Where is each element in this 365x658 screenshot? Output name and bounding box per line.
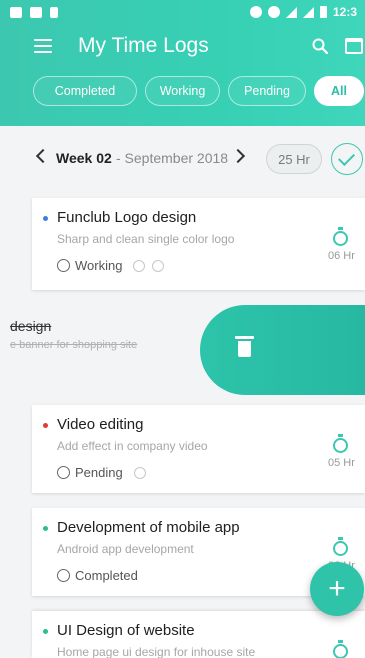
priority-dot: [43, 216, 48, 221]
signal-icon: [302, 6, 314, 18]
check-icon[interactable]: [331, 143, 363, 175]
task-status-label: Completed: [75, 568, 138, 583]
timer-icon[interactable]: [333, 434, 348, 453]
app-bar: My Time Logs: [0, 28, 365, 64]
check-circle-icon[interactable]: [152, 259, 165, 272]
task-status: Pending: [57, 465, 146, 480]
info-icon[interactable]: [133, 259, 146, 272]
timer-icon[interactable]: [333, 640, 348, 658]
data-saver-icon: [249, 6, 262, 18]
usb-icon: [50, 6, 58, 18]
filter-working[interactable]: Working: [145, 76, 220, 106]
week-month: - September 2018: [116, 150, 229, 166]
filter-all[interactable]: All: [314, 76, 364, 106]
timer-icon[interactable]: [333, 537, 348, 556]
task-description: Add effect in company video: [57, 439, 208, 453]
task-description: Sharp and clean single color logo: [57, 232, 235, 246]
week-label: Week 02: [56, 150, 112, 166]
add-task-button[interactable]: +: [310, 562, 364, 616]
task-status: Working: [57, 258, 165, 273]
status-time: 12:3: [332, 5, 357, 19]
timer-icon[interactable]: [333, 227, 348, 246]
trash-icon[interactable]: [235, 336, 254, 358]
task-description: Home page ui design for inhouse site: [57, 645, 256, 658]
task-card[interactable]: Video editing Add effect in company vide…: [32, 405, 365, 493]
filter-chips: Completed Working Pending All: [33, 76, 364, 106]
search-icon[interactable]: [312, 38, 328, 54]
page-title: My Time Logs: [78, 34, 209, 57]
priority-dot: [43, 423, 48, 428]
task-status-label: Pending: [75, 465, 123, 480]
task-card[interactable]: Funclub Logo design Sharp and clean sing…: [32, 198, 365, 290]
menu-icon[interactable]: [34, 39, 52, 53]
filter-pending[interactable]: Pending: [228, 76, 306, 106]
task-hours: 06 Hr: [328, 250, 355, 262]
task-card[interactable]: UI Design of website Home page ui design…: [32, 611, 365, 658]
total-hours-badge: 25 Hr: [266, 144, 322, 174]
task-title: Funclub Logo design: [57, 209, 197, 226]
app-header: 12:3 My Time Logs Completed Working Pend…: [0, 0, 365, 126]
week-selector: Week 02 - September 2018 25 Hr: [0, 140, 365, 180]
priority-dot: [43, 629, 48, 634]
delete-action[interactable]: [200, 305, 365, 395]
task-title: UI Design of website: [57, 622, 195, 639]
alarm-icon: [267, 6, 280, 18]
chevron-left-icon[interactable]: [35, 148, 51, 164]
priority-dot: [43, 526, 48, 531]
swiped-task-description: e banner for shopping site: [10, 339, 138, 351]
filter-completed[interactable]: Completed: [33, 76, 137, 106]
swiped-task-title: design: [10, 318, 52, 334]
task-hours: 05 Hr: [328, 457, 355, 469]
check-circle-icon: [57, 569, 70, 582]
status-bar: 12:3: [0, 0, 365, 24]
task-status-label: Working: [75, 258, 123, 273]
wifi-icon: [285, 6, 297, 18]
task-status: Completed: [57, 568, 138, 583]
task-title: Development of mobile app: [57, 519, 240, 536]
message-icon: [10, 6, 22, 18]
info-icon: [57, 466, 70, 479]
linkedin-icon: [30, 6, 42, 18]
task-description: Android app development: [57, 542, 194, 556]
history-icon[interactable]: [133, 466, 146, 479]
history-icon: [57, 259, 70, 272]
battery-icon: [319, 6, 327, 18]
swiped-task-row[interactable]: design e banner for shopping site: [0, 305, 365, 395]
calendar-icon[interactable]: [345, 38, 363, 54]
chevron-right-icon[interactable]: [230, 148, 246, 164]
task-title: Video editing: [57, 416, 144, 433]
